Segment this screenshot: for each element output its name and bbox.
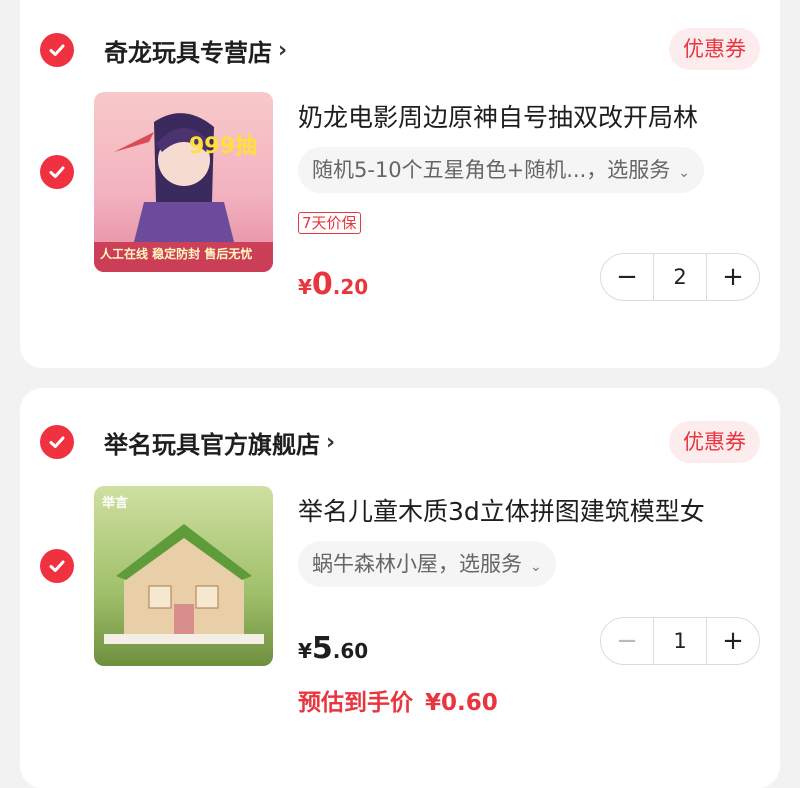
decrease-button[interactable]: − [601, 618, 653, 664]
quantity-stepper[interactable]: − 1 + [600, 617, 760, 665]
coupon-button[interactable]: 优惠券 [669, 421, 760, 463]
price-integer: 0 [311, 267, 333, 302]
price-protection-tag: 7天价保 [298, 212, 361, 234]
store-name: 举名玩具官方旗舰店 [104, 430, 320, 459]
checkmark-icon [49, 560, 65, 572]
estimated-price: 预估到手价 ¥0.60 [298, 683, 498, 717]
product-title[interactable]: 举名儿童木质3d立体拼图建筑模型女 [298, 492, 768, 528]
decrease-button[interactable]: − [601, 254, 653, 300]
image-overlay-text: 999抽 [189, 134, 257, 159]
product-image[interactable]: 999抽 人工在线 稳定防封 售后无忧 [94, 92, 273, 272]
quantity-value[interactable]: 2 [653, 254, 707, 300]
item-select-checkbox[interactable] [40, 549, 74, 583]
chevron-down-icon: ⌄ [678, 165, 691, 181]
product-image-art [94, 486, 273, 666]
cart-store-card-2: 举名玩具官方旗舰店 › 优惠券 举言 举名儿童木质3d立体拼图建筑模型女 蜗牛森… [20, 388, 780, 788]
checkmark-icon [49, 166, 65, 178]
store-name-link[interactable]: 举名玩具官方旗舰店 › [104, 425, 335, 459]
chevron-right-icon: › [326, 429, 336, 455]
chevron-down-icon: ⌄ [530, 559, 542, 575]
quantity-value[interactable]: 1 [653, 618, 707, 664]
cart-store-card-1: 奇龙玩具专营店 › 优惠券 999抽 人工在线 稳定防封 售后无忧 奶龙电影周边… [20, 0, 780, 368]
estimated-price-label: 预估到手价 [298, 690, 413, 716]
checkmark-icon [49, 436, 65, 448]
chevron-right-icon: › [278, 37, 288, 63]
estimated-price-value: ¥0.60 [425, 690, 498, 716]
store-select-checkbox[interactable] [40, 33, 74, 67]
variant-selector[interactable]: 蜗牛森林小屋，选服务 ⌄ [298, 541, 556, 587]
price-currency: ¥ [298, 275, 312, 299]
brand-logo-text: 举言 [102, 496, 129, 511]
variant-selector[interactable]: 随机5-10个五星角色+随机...，选服务 ⌄ [298, 147, 705, 193]
price-integer: 5 [311, 631, 333, 666]
product-image[interactable]: 举言 [94, 486, 273, 666]
coupon-button[interactable]: 优惠券 [669, 28, 760, 70]
price-decimal: .20 [332, 275, 369, 299]
store-name-link[interactable]: 奇龙玩具专营店 › [104, 33, 287, 67]
quantity-stepper[interactable]: − 2 + [600, 253, 760, 301]
store-name: 奇龙玩具专营店 [104, 38, 272, 67]
price-currency: ¥ [298, 639, 312, 663]
increase-button[interactable]: + [707, 618, 759, 664]
checkmark-icon [49, 44, 65, 56]
item-select-checkbox[interactable] [40, 155, 74, 189]
price-decimal: .60 [332, 639, 369, 663]
price: ¥5.60 [298, 631, 368, 666]
store-select-checkbox[interactable] [40, 425, 74, 459]
increase-button[interactable]: + [707, 254, 759, 300]
product-title[interactable]: 奶龙电影周边原神自号抽双改开局林 [298, 98, 768, 134]
price: ¥0.20 [298, 267, 368, 302]
variant-text: 随机5-10个五星角色+随机...，选服务 [312, 158, 671, 182]
image-overlay-text: 人工在线 稳定防封 售后无忧 [100, 247, 253, 261]
variant-text: 蜗牛森林小屋，选服务 [312, 552, 522, 576]
